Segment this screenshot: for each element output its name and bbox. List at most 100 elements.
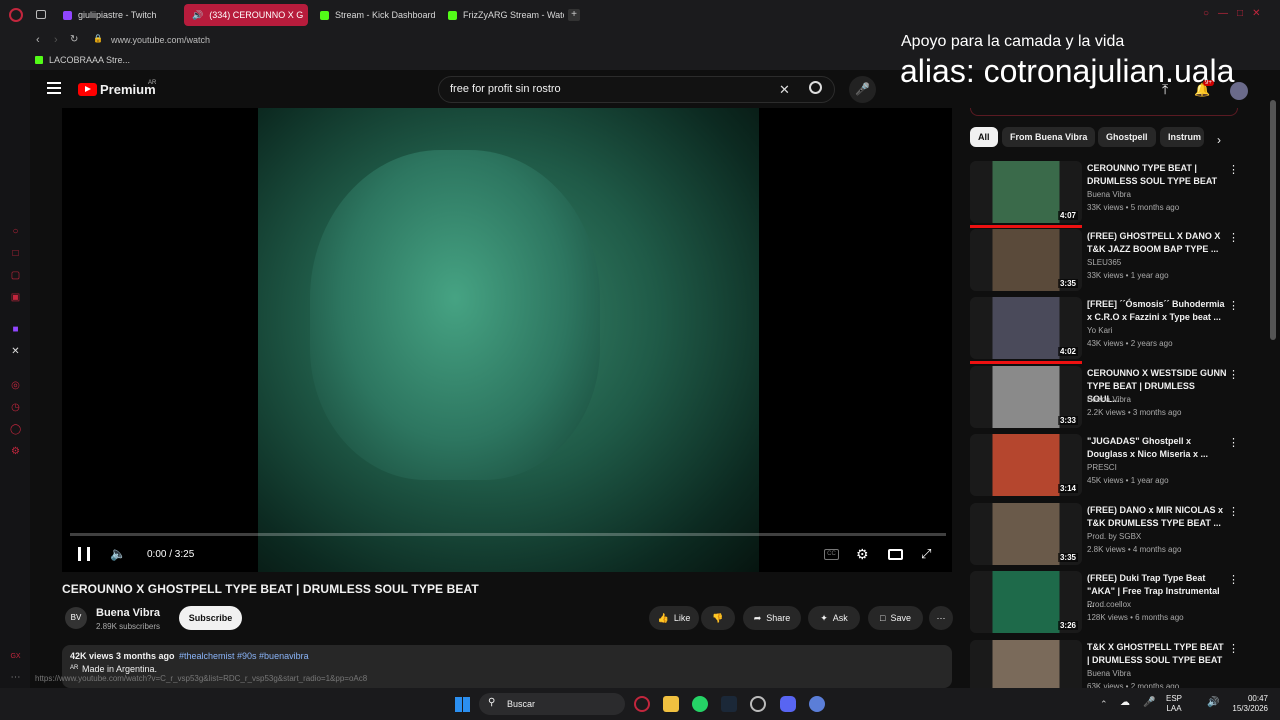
search-input[interactable]: free for profit sin rostro [438, 76, 835, 103]
speaker-icon[interactable]: 🔊 [192, 10, 203, 21]
video-thumbnail[interactable]: 3:35 [970, 503, 1082, 565]
recommended-title[interactable]: (FREE) GHOSTPELL X DANO X T&K JAZZ BOOM … [1087, 230, 1227, 256]
video-thumbnail[interactable]: 4:07 [970, 161, 1082, 223]
chat-icon[interactable]: ◯ [10, 424, 21, 435]
discord-taskbar-icon[interactable] [780, 696, 796, 712]
ask-button[interactable]: ✦ Ask [808, 606, 860, 630]
volume-tray-icon[interactable]: 🔊 [1207, 697, 1219, 708]
settings-gear-icon[interactable]: ⚙ [856, 546, 869, 563]
network-tray-icon[interactable]: ☁ [1120, 697, 1130, 708]
tray-chevron-icon[interactable]: ⌃ [1100, 699, 1108, 710]
mic-tray-icon[interactable]: 🎤 [1143, 697, 1155, 708]
more-options-icon[interactable]: ⋮ [1228, 573, 1239, 586]
video-thumbnail[interactable]: 3:14 [970, 434, 1082, 496]
recommended-title[interactable]: T&K X GHOSTPELL TYPE BEAT | DRUMLESS SOU… [1087, 641, 1227, 667]
fullscreen-icon[interactable]: ⤢ [921, 546, 931, 562]
window-controls[interactable]: ○—□✕ [1203, 8, 1269, 19]
more-options-icon[interactable]: ⋮ [1228, 299, 1239, 312]
theater-mode-icon[interactable] [888, 549, 903, 560]
chrome-taskbar-icon[interactable] [809, 696, 825, 712]
clock[interactable]: 00:47 15/3/2026 [1228, 694, 1268, 714]
mic-icon[interactable]: 🎤 [849, 76, 876, 103]
chip-instrumental[interactable]: Instrum [1160, 127, 1204, 147]
language-indicator[interactable]: ESP LAA [1166, 694, 1182, 714]
upload-icon[interactable]: ⤒ [1162, 81, 1168, 98]
recommended-channel[interactable]: Prod.coellox [1087, 600, 1131, 609]
back-icon[interactable]: ‹ [36, 34, 40, 46]
history-icon[interactable]: ◷ [10, 402, 21, 413]
pause-icon[interactable] [78, 547, 90, 561]
search-icon[interactable] [809, 81, 822, 94]
save-button[interactable]: □ Save [868, 606, 923, 630]
more-options-icon[interactable]: ⋮ [1228, 642, 1239, 655]
reload-icon[interactable]: ↻ [70, 34, 78, 45]
x-icon[interactable]: ✕ [10, 346, 21, 357]
more-actions-button[interactable]: ⋯ [929, 606, 953, 630]
twitch-icon[interactable]: ■ [10, 324, 21, 335]
chevron-right-icon[interactable]: › [1217, 133, 1221, 147]
clear-search-icon[interactable]: ✕ [779, 82, 790, 98]
captions-icon[interactable]: CC [824, 549, 839, 560]
volume-icon[interactable]: 🔈 [110, 546, 126, 562]
channel-name[interactable]: Buena Vibra [96, 607, 160, 619]
menu-icon[interactable] [47, 82, 61, 94]
like-button[interactable]: 👍 Like [649, 606, 699, 630]
folder-taskbar-icon[interactable] [663, 696, 679, 712]
chip-from-buena-vibra[interactable]: From Buena Vibra [1002, 127, 1096, 147]
share-button[interactable]: ➦ Share [743, 606, 801, 630]
youtube-logo-icon[interactable] [78, 83, 97, 96]
recommended-video[interactable]: 4:02 [FREE] ´´Ósmosis´´ Buhodermia x C.R… [970, 297, 1240, 364]
tab-twitch[interactable]: giuliipiastre - Twitch [55, 4, 180, 26]
player-icon[interactable]: ◎ [10, 380, 21, 391]
dislike-button[interactable]: 👎 [701, 606, 735, 630]
video-thumbnail[interactable]: 4:02 [970, 297, 1082, 359]
workspaces-icon[interactable] [36, 10, 46, 19]
recommended-video[interactable]: 3:26 (FREE) Duki Trap Type Beat "AKA" | … [970, 571, 1240, 635]
aria-icon[interactable]: ○ [10, 226, 21, 237]
mail-icon[interactable]: ▣ [10, 292, 21, 303]
opera-gx-taskbar-icon[interactable] [634, 696, 650, 712]
video-thumbnail[interactable]: 3:35 [970, 229, 1082, 291]
more-options-icon[interactable]: ⋮ [1228, 231, 1239, 244]
more-options-icon[interactable]: ⋮ [1228, 505, 1239, 518]
steam-taskbar-icon[interactable] [721, 696, 737, 712]
recommended-video[interactable]: 3:35 (FREE) DANO x MIR NICOLAS x T&K DRU… [970, 503, 1240, 567]
recommended-video[interactable]: 3:33 CEROUNNO X WESTSIDE GUNN TYPE BEAT … [970, 366, 1240, 430]
app-taskbar-icon[interactable] [750, 696, 766, 712]
chip-all[interactable]: All [970, 127, 998, 147]
bag-icon[interactable]: □ [10, 248, 21, 259]
channel-avatar[interactable]: BV [65, 607, 87, 629]
scrollbar[interactable] [1270, 100, 1276, 340]
recommended-title[interactable]: [FREE] ´´Ósmosis´´ Buhodermia x C.R.O x … [1087, 298, 1227, 324]
video-thumbnail[interactable]: 3:33 [970, 366, 1082, 428]
url-field[interactable]: www.youtube.com/watch [111, 35, 210, 45]
forward-icon[interactable]: › [54, 34, 58, 46]
game-icon[interactable]: ▢ [10, 270, 21, 281]
account-avatar[interactable] [1230, 82, 1248, 100]
recommended-channel[interactable]: Buena Vibra [1087, 190, 1131, 199]
recommended-channel[interactable]: Yo Kari [1087, 326, 1113, 335]
chip-ghostpell[interactable]: Ghostpell [1098, 127, 1156, 147]
tab-kick-stream[interactable]: FrizZyARG Stream - Watch [440, 4, 564, 26]
tab-kick-dashboard[interactable]: Stream - Kick Dashboard [312, 4, 438, 26]
recommended-video[interactable]: 4:07 CEROUNNO TYPE BEAT | DRUMLESS SOUL … [970, 161, 1240, 228]
opera-logo-icon[interactable] [9, 8, 23, 22]
taskbar-search[interactable]: Buscar [479, 693, 625, 715]
recommended-channel[interactable]: Prod. by SGBX [1087, 532, 1141, 541]
whatsapp-taskbar-icon[interactable] [692, 696, 708, 712]
gx-icon[interactable]: GX [10, 651, 21, 662]
bookmark-item[interactable]: LACOBRAAA Stre... [49, 55, 130, 65]
more-options-icon[interactable]: ⋮ [1228, 163, 1239, 176]
more-options-icon[interactable]: ⋮ [1228, 436, 1239, 449]
more-options-icon[interactable]: ⋮ [1228, 368, 1239, 381]
recommended-channel[interactable]: PRESCI [1087, 463, 1117, 472]
subscribe-button[interactable]: Subscribe [179, 606, 242, 630]
recommended-video[interactable]: 3:14 "JUGADAS" Ghostpell x Douglass x Ni… [970, 434, 1240, 498]
progress-bar[interactable] [70, 533, 946, 536]
recommended-channel[interactable]: SLEU365 [1087, 258, 1121, 267]
hashtags[interactable]: #thealchemist #90s #buenavibra [179, 651, 309, 661]
more-icon[interactable]: ⋯ [10, 672, 21, 683]
recommended-title[interactable]: (FREE) DANO x MIR NICOLAS x T&K DRUMLESS… [1087, 504, 1227, 530]
windows-start-icon[interactable] [455, 697, 470, 712]
recommended-title[interactable]: CEROUNNO TYPE BEAT | DRUMLESS SOUL TYPE … [1087, 162, 1227, 188]
